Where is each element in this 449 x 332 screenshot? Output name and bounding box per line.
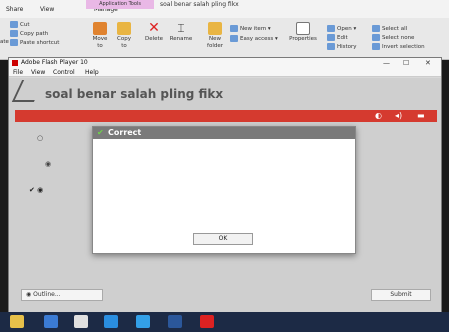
answer-option[interactable]: ◉ xyxy=(45,160,51,168)
delete-x-icon: ✕ xyxy=(148,20,160,36)
dialog-title: Correct xyxy=(108,128,142,137)
rename-button[interactable]: ⌶ Rename xyxy=(168,22,194,43)
new-folder-icon xyxy=(208,22,222,35)
invert-selection-icon xyxy=(372,43,380,50)
new-folder-button[interactable]: New folder xyxy=(204,22,226,50)
history-icon xyxy=(327,43,335,50)
paste-shortcut-button[interactable]: Paste shortcut xyxy=(10,39,59,46)
question-bar: ◐ ◂) ▬ xyxy=(15,110,437,122)
mail-icon[interactable] xyxy=(74,315,88,328)
new-item-button[interactable]: New item ▾ xyxy=(230,25,271,32)
copy-folder-icon xyxy=(117,22,131,35)
minimize-icon[interactable]: — xyxy=(383,58,390,68)
select-none-icon xyxy=(372,34,380,41)
properties-check-icon xyxy=(296,22,310,35)
invert-selection-button[interactable]: Invert selection xyxy=(372,43,425,50)
ok-button[interactable]: OK xyxy=(193,233,253,245)
outline-button[interactable]: ◉ Outline... xyxy=(21,289,103,301)
ribbon-tab-strip: Share View Manage Application Tools soal… xyxy=(0,0,449,18)
menu-view[interactable]: View xyxy=(31,69,45,76)
explorer-window-title: soal benar salah pling fikx xyxy=(160,1,239,8)
copy-to-button[interactable]: Copy to xyxy=(114,22,134,50)
check-icon: ✔ xyxy=(97,128,104,137)
open-icon xyxy=(327,25,335,32)
flash-title-bar: Adobe Flash Player 10 — ☐ ✕ xyxy=(9,58,441,68)
feedback-dialog: ✔ Correct OK xyxy=(92,126,356,254)
selected-check-icon: ✔ ◉ xyxy=(29,186,44,194)
delete-button[interactable]: ✕ Delete xyxy=(143,20,165,43)
menu-dots-icon[interactable]: ▬ xyxy=(417,110,425,122)
dialog-header: ✔ Correct xyxy=(93,127,355,139)
menu-file[interactable]: File xyxy=(13,69,23,76)
close-icon[interactable]: ✕ xyxy=(425,58,431,68)
rename-icon: ⌶ xyxy=(177,21,185,35)
history-button[interactable]: History xyxy=(327,43,357,50)
paste-label-partial: ate xyxy=(0,39,9,45)
select-all-icon xyxy=(372,25,380,32)
shortcut-icon xyxy=(10,39,18,46)
flash-window-title: Adobe Flash Player 10 xyxy=(21,59,88,66)
menu-help[interactable]: Help xyxy=(85,69,99,76)
edit-button[interactable]: Edit xyxy=(327,34,348,41)
answer-option[interactable]: ○ xyxy=(37,134,43,142)
store-icon[interactable] xyxy=(10,315,24,328)
explorer-ribbon: Share View Manage Application Tools soal… xyxy=(0,0,449,60)
volume-icon[interactable]: ◂) xyxy=(395,110,402,122)
edit-icon xyxy=(327,34,335,41)
word-icon[interactable] xyxy=(168,315,182,328)
maximize-icon[interactable]: ☐ xyxy=(403,58,409,68)
cut-button[interactable]: Cut xyxy=(10,21,29,28)
move-folder-icon xyxy=(93,22,107,35)
easy-access-button[interactable]: Easy access ▾ xyxy=(230,35,278,42)
edge-browser-icon[interactable] xyxy=(104,315,118,328)
application-tools-label: Application Tools xyxy=(86,0,154,9)
windows-taskbar xyxy=(0,312,449,332)
easy-access-icon xyxy=(230,35,238,42)
new-item-icon xyxy=(230,25,238,32)
menu-control[interactable]: Control xyxy=(53,69,75,76)
audio-icon[interactable]: ◐ xyxy=(375,110,382,122)
flash-app-icon xyxy=(12,60,18,66)
select-none-button[interactable]: Select none xyxy=(372,34,414,41)
quiz-logo xyxy=(11,80,45,102)
tab-share[interactable]: Share xyxy=(6,6,23,13)
open-button[interactable]: Open ▾ xyxy=(327,25,356,32)
move-to-button[interactable]: Move to xyxy=(90,22,110,50)
task-view-icon[interactable] xyxy=(44,315,58,328)
select-all-button[interactable]: Select all xyxy=(372,25,407,32)
chrome-icon[interactable] xyxy=(136,315,150,328)
copy-path-button[interactable]: Copy path xyxy=(10,30,48,37)
scissors-icon xyxy=(10,21,18,28)
properties-button[interactable]: Properties xyxy=(288,22,318,43)
outline-icon: ◉ xyxy=(26,291,32,298)
tab-view[interactable]: View xyxy=(40,6,54,13)
copy-path-icon xyxy=(10,30,18,37)
flash-player-taskbar-icon[interactable] xyxy=(200,315,214,328)
flash-menu-bar: File View Control Help xyxy=(9,68,441,77)
quiz-title: soal benar salah pling fikx xyxy=(45,87,224,101)
submit-button[interactable]: Submit xyxy=(371,289,431,301)
